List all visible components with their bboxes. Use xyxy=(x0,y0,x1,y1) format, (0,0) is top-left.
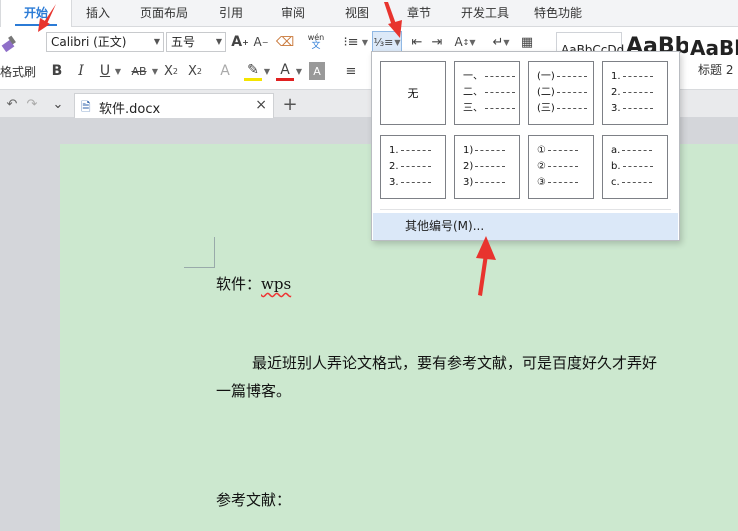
format-brush-icon[interactable] xyxy=(0,33,20,55)
annotation-arrow-icon xyxy=(38,4,56,32)
tab-features[interactable]: 特色功能 xyxy=(526,0,590,27)
numbering-option-decimal-dot[interactable]: 1. 2. 3. xyxy=(602,61,668,125)
chevron-down-icon[interactable]: ▼ xyxy=(262,61,272,81)
tab-review[interactable]: 审阅 xyxy=(270,0,316,27)
new-tab-plus-icon[interactable]: + xyxy=(281,94,299,115)
tab-insert[interactable]: 插入 xyxy=(72,0,124,27)
numbering-option-none-label: 无 xyxy=(407,87,419,100)
superscript-icon[interactable]: X2 xyxy=(162,61,180,81)
chevron-down-icon[interactable]: ▼ xyxy=(150,61,160,81)
increase-indent-icon[interactable]: ⇥ xyxy=(428,32,446,52)
numbering-option-decimal-dot-2[interactable]: 1. 2. 3. xyxy=(380,135,446,199)
numbering-option-decimal-paren[interactable]: 1) 2) 3) xyxy=(454,135,520,199)
numbering-dropdown: 无 一、 二、 三、 (一) (二) (三) 1. 2. 3. 1. 2. 3.… xyxy=(371,51,680,241)
redo-icon[interactable]: ↷ xyxy=(24,95,40,113)
font-name-value: Calibri (正文) xyxy=(51,35,127,49)
numbering-option-circled[interactable]: ① ② ③ xyxy=(528,135,594,199)
subscript-icon[interactable]: X2 xyxy=(186,61,204,81)
bullet-list-icon[interactable]: ⁝≡ xyxy=(342,32,360,52)
text-effect-icon[interactable]: A xyxy=(216,61,234,81)
annotation-arrow-icon xyxy=(384,2,402,38)
menu-tab-bar: 开始 插入 页面布局 引用 审阅 视图 章节 开发工具 特色功能 xyxy=(0,0,738,28)
document-tab-label: 软件.docx xyxy=(99,102,161,117)
doc-paragraph-line-2[interactable]: 一篇博客。 xyxy=(216,380,291,401)
style-heading-2-preview: AaBb xyxy=(690,36,738,60)
doc-paragraph-line-1[interactable]: 最近班别人弄论文格式，要有参考文献，可是百度好久才弄好 xyxy=(252,352,657,373)
tab-page-layout[interactable]: 页面布局 xyxy=(132,0,196,27)
font-size-select[interactable]: 五号 ▼ xyxy=(166,32,226,52)
tab-view[interactable]: 视图 xyxy=(334,0,380,27)
table-grid-icon[interactable]: ▦ xyxy=(518,32,536,52)
font-name-select[interactable]: Calibri (正文) ▼ xyxy=(46,32,164,52)
numbering-option-chinese-paren[interactable]: (一) (二) (三) xyxy=(528,61,594,125)
tab-references[interactable]: 引用 xyxy=(208,0,254,27)
change-case-icon[interactable]: A ↕ ▼ xyxy=(452,32,478,52)
align-left-icon[interactable]: ≡ xyxy=(342,61,360,81)
chevron-down-icon[interactable]: ▼ xyxy=(113,61,123,81)
chevron-down-icon: ▼ xyxy=(153,37,160,46)
chevron-down-icon: ▼ xyxy=(215,37,222,46)
grow-font-icon[interactable]: A + xyxy=(231,32,249,52)
annotation-arrow-icon xyxy=(476,236,496,296)
undo-icon[interactable]: ↶ xyxy=(4,95,20,113)
chevron-down-icon[interactable]: ▼ xyxy=(360,32,370,52)
paragraph-mark-icon[interactable]: ↵ ▼ xyxy=(488,32,514,52)
more-numbering-menu-item[interactable]: 其他编号(M)... xyxy=(373,213,678,240)
style-heading-2-label: 标题 2 xyxy=(698,63,734,77)
underline-icon[interactable]: U xyxy=(96,61,114,81)
close-icon[interactable]: × xyxy=(255,97,267,113)
margin-corner-mark xyxy=(214,237,215,268)
format-brush-label[interactable]: 格式刷 xyxy=(0,63,36,80)
bold-icon[interactable]: B xyxy=(48,61,66,81)
numbering-option-chinese[interactable]: 一、 二、 三、 xyxy=(454,61,520,125)
tab-developer[interactable]: 开发工具 xyxy=(452,0,518,27)
strikethrough-icon[interactable]: AB xyxy=(128,61,150,81)
doc-text-prefix: 软件： xyxy=(216,275,262,293)
clear-format-icon[interactable]: ⌫ xyxy=(276,32,294,52)
document-file-icon: 🗎 xyxy=(81,100,91,114)
italic-icon[interactable]: I xyxy=(72,61,90,81)
highlight-icon[interactable]: ✎ xyxy=(244,61,262,81)
quick-access-dropdown-icon[interactable]: ⌄ xyxy=(50,95,66,113)
font-color-icon[interactable]: A xyxy=(276,61,294,81)
pinyin-guide-icon[interactable]: wén 文 xyxy=(302,30,330,54)
numbering-option-alpha[interactable]: a. b. c. xyxy=(602,135,668,199)
numbering-option-none[interactable]: 无 xyxy=(380,61,446,125)
char-shading-icon[interactable]: A xyxy=(309,62,325,80)
popup-divider xyxy=(380,209,671,210)
font-size-value: 五号 xyxy=(171,35,196,49)
doc-references-heading[interactable]: 参考文献： xyxy=(216,489,291,510)
doc-text-misspelled-word: wps xyxy=(261,275,292,293)
shrink-font-icon[interactable]: A − xyxy=(252,32,270,52)
margin-corner-mark xyxy=(184,267,215,268)
decrease-indent-icon[interactable]: ⇤ xyxy=(408,32,426,52)
doc-line-software[interactable]: 软件：wps xyxy=(216,273,291,294)
chevron-down-icon[interactable]: ▼ xyxy=(294,61,304,81)
document-tab[interactable]: 🗎 软件.docx × xyxy=(74,93,274,118)
